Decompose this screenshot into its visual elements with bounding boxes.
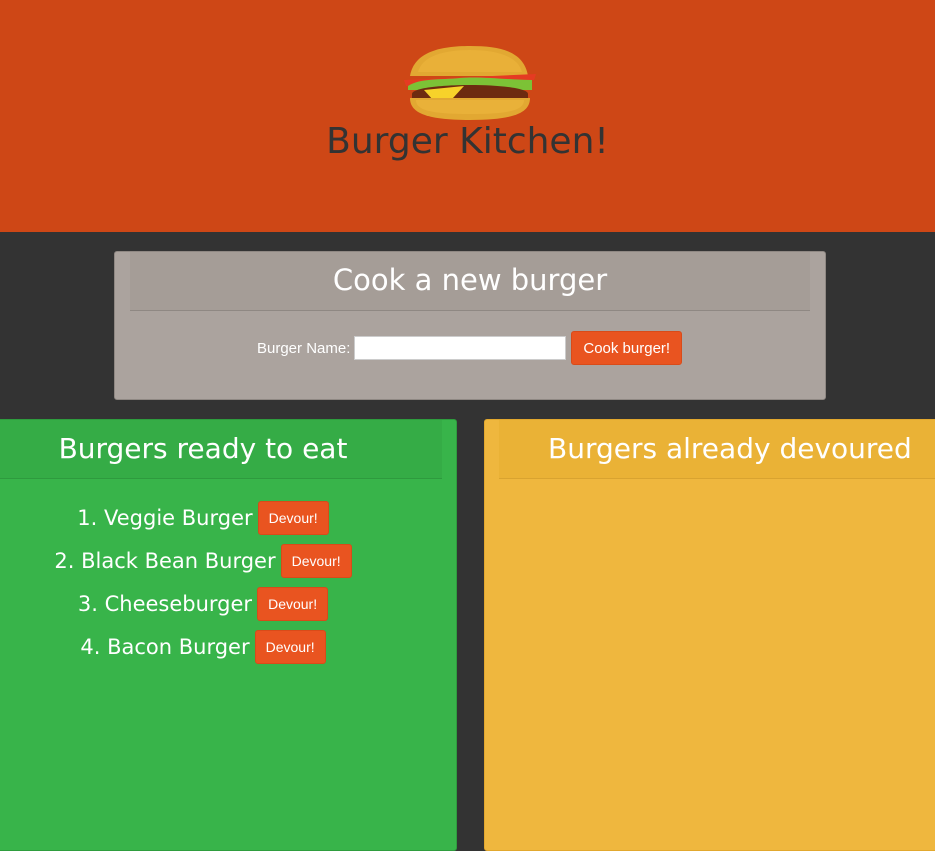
list-item: 2. Black Bean Burger Devour! bbox=[0, 540, 408, 582]
cook-panel-heading: Cook a new burger bbox=[332, 263, 608, 297]
burger-icon bbox=[404, 46, 536, 120]
site-title: Burger Kitchen! bbox=[326, 121, 609, 162]
devoured-panel: Burgers already devoured bbox=[484, 419, 935, 851]
burger-item-name: 1. Veggie Burger bbox=[77, 506, 252, 530]
cook-panel-heading-bar: Cook a new burger bbox=[130, 252, 810, 311]
cook-burger-form: Burger Name: Cook burger! bbox=[257, 331, 683, 365]
burger-item-number: 3. bbox=[77, 592, 98, 616]
devoured-panel-heading-bar: Burgers already devoured bbox=[499, 420, 935, 479]
burger-item-name: 2. Black Bean Burger bbox=[54, 549, 275, 573]
devoured-panel-heading: Burgers already devoured bbox=[548, 432, 912, 465]
burger-item-number: 2. bbox=[54, 549, 75, 573]
ready-panel-heading-bar: Burgers ready to eat bbox=[0, 420, 442, 479]
burger-name-label: Burger Name: bbox=[257, 339, 351, 357]
burger-item-number: 4. bbox=[80, 635, 101, 659]
burger-item-label: Black Bean Burger bbox=[81, 549, 276, 573]
devour-button[interactable]: Devour! bbox=[280, 544, 352, 578]
burger-item-name: 4. Bacon Burger bbox=[80, 635, 249, 659]
ready-to-eat-panel: Burgers ready to eat 1. Veggie Burger De… bbox=[0, 419, 457, 851]
cook-burger-button[interactable]: Cook burger! bbox=[571, 331, 683, 365]
devour-button[interactable]: Devour! bbox=[254, 630, 326, 664]
list-item: 4. Bacon Burger Devour! bbox=[0, 626, 408, 668]
cook-burger-panel: Cook a new burger Burger Name: Cook burg… bbox=[114, 251, 826, 400]
list-item: 1. Veggie Burger Devour! bbox=[0, 497, 408, 539]
devour-button[interactable]: Devour! bbox=[257, 587, 329, 621]
burger-name-input[interactable] bbox=[354, 336, 567, 360]
burger-item-label: Bacon Burger bbox=[107, 635, 250, 659]
ready-panel-heading: Burgers ready to eat bbox=[58, 432, 348, 465]
header: Burger Kitchen! bbox=[0, 0, 935, 232]
burger-item-number: 1. bbox=[77, 506, 98, 530]
ready-burger-list: 1. Veggie Burger Devour! 2. Black Bean B… bbox=[0, 497, 408, 669]
burger-item-label: Cheeseburger bbox=[104, 592, 253, 616]
devour-button[interactable]: Devour! bbox=[257, 501, 329, 535]
burger-item-name: 3. Cheeseburger bbox=[78, 592, 252, 616]
burger-item-label: Veggie Burger bbox=[104, 506, 253, 530]
list-item: 3. Cheeseburger Devour! bbox=[0, 583, 408, 625]
